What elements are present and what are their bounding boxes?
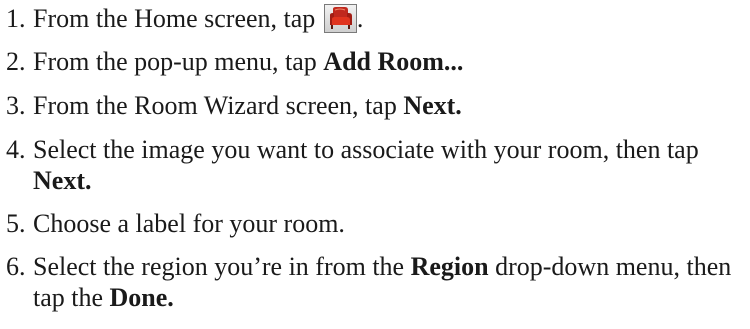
armchair-icon (323, 4, 357, 33)
step-number: 6. (6, 252, 26, 281)
step-3: 3. From the Room Wizard screen, tap Next… (6, 90, 746, 121)
step-5: 5. Choose a label for your room. (6, 208, 746, 239)
step-text-end: . (356, 4, 364, 33)
step-emphasis: Next. (33, 166, 92, 195)
step-number: 4. (6, 135, 26, 164)
step-emphasis: Next. (403, 91, 462, 120)
step-6: 6. Select the region you’re in from the … (6, 251, 746, 313)
step-2: 2. From the pop-up menu, tap Add Room... (6, 46, 746, 77)
step-4: 4. Select the image you want to associat… (6, 134, 746, 196)
step-text: From the Room Wizard screen, tap (33, 91, 404, 120)
step-number: 2. (6, 47, 26, 76)
step-number: 5. (6, 209, 26, 238)
step-text: Select the image you want to associate w… (33, 135, 699, 164)
step-text: Choose a label for your room. (33, 209, 345, 238)
step-number: 1. (6, 4, 26, 33)
instruction-list: 1. From the Home screen, tap . 2. From t… (6, 3, 746, 326)
step-text: From the Home screen, tap (33, 4, 322, 33)
step-text: Select the region you’re in from the (33, 252, 411, 281)
step-1: 1. From the Home screen, tap . (6, 3, 746, 34)
step-emphasis-2: Done. (109, 283, 174, 312)
step-number: 3. (6, 91, 26, 120)
step-emphasis: Add Room... (323, 47, 464, 76)
step-text: From the pop-up menu, tap (33, 47, 324, 76)
step-emphasis: Region (410, 252, 489, 281)
